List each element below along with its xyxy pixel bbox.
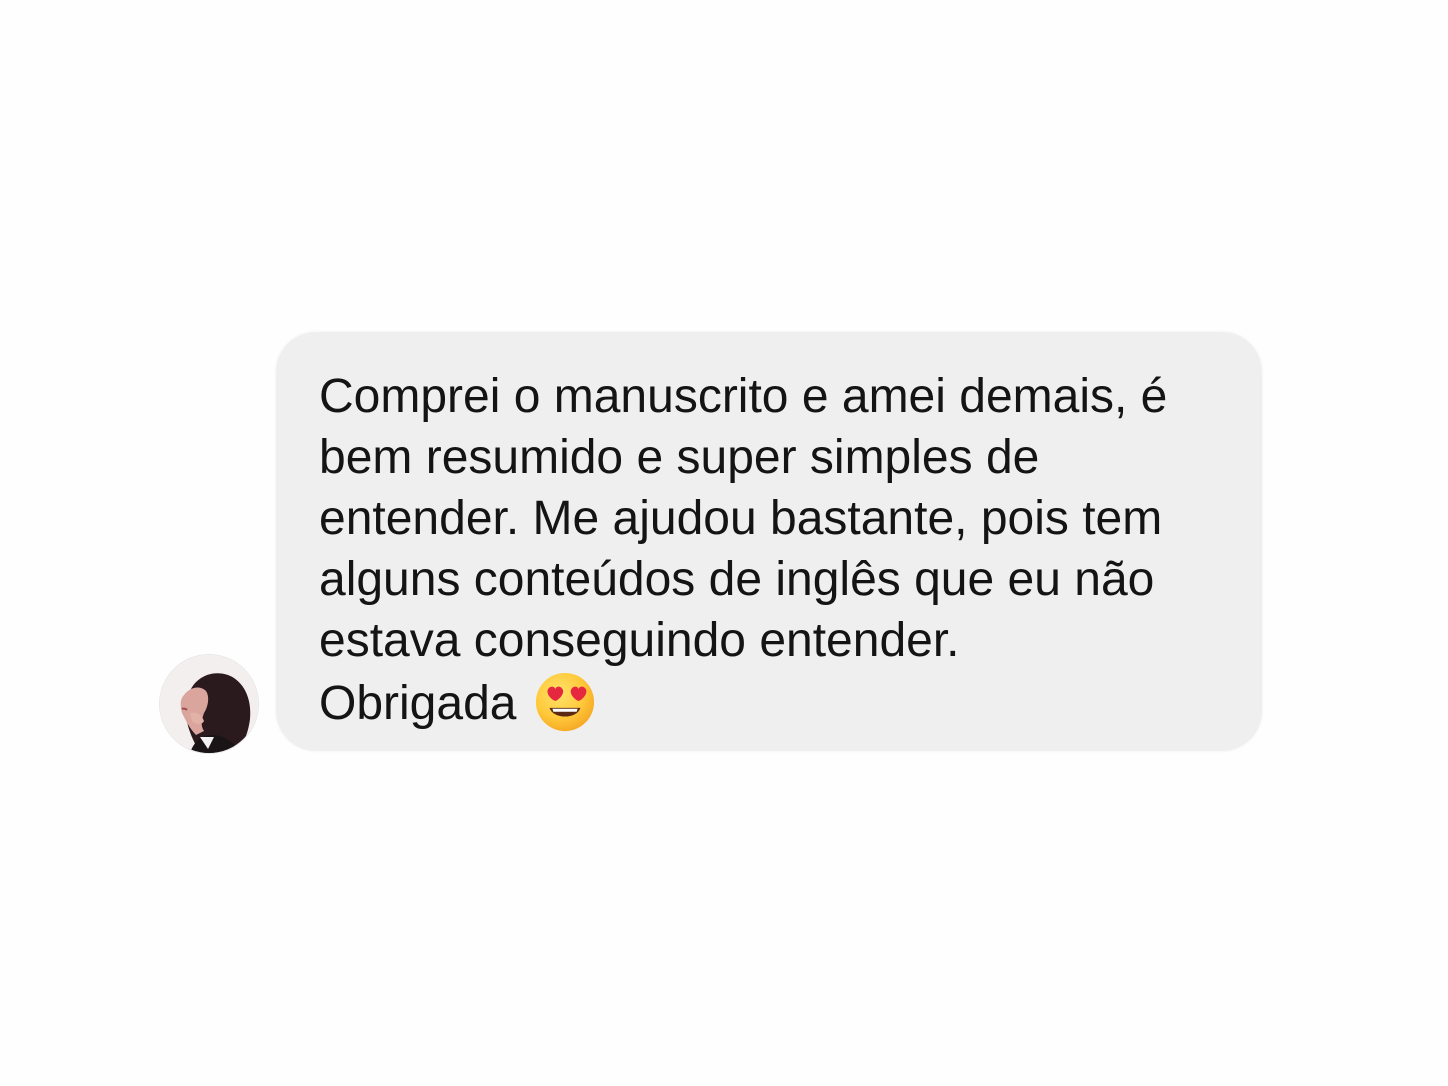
message-line: estava conseguindo entender. — [319, 614, 960, 667]
message-text: Comprei o manuscrito e amei demais, é be… — [319, 366, 1222, 734]
avatar[interactable] — [160, 655, 258, 753]
message-line: Comprei o manuscrito e amei demais, é — [319, 370, 1168, 423]
message-line-last: Obrigada — [319, 671, 1222, 734]
message-line: alguns conteúdos de inglês que eu não — [319, 553, 1155, 606]
heart-eyes-emoji-icon — [534, 671, 596, 733]
message-line-text: Obrigada — [319, 677, 517, 730]
message-line: bem resumido e super simples de — [319, 431, 1040, 484]
avatar-image — [160, 655, 258, 753]
conversation-thread: Comprei o manuscrito e amei demais, é be… — [0, 0, 1448, 1086]
message-line: entender. Me ajudou bastante, pois tem — [319, 492, 1163, 545]
message-bubble[interactable]: Comprei o manuscrito e amei demais, é be… — [276, 332, 1262, 751]
